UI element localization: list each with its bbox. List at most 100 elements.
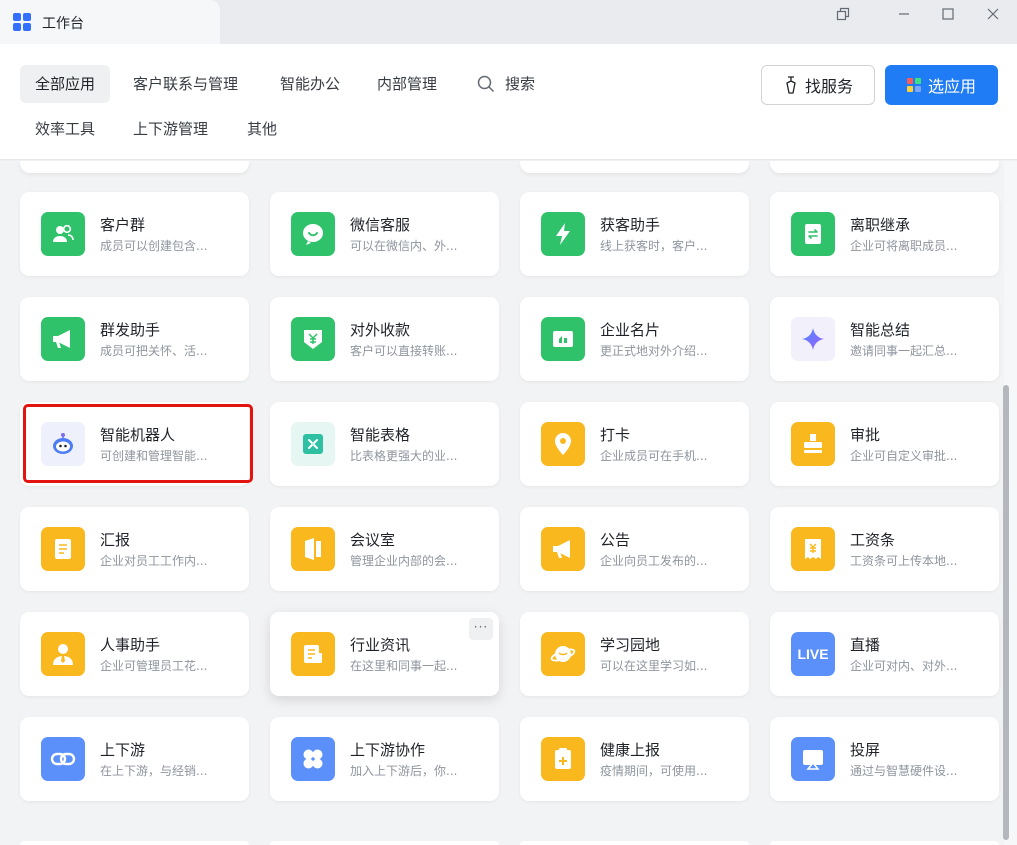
card-peek: [770, 841, 999, 845]
app-card-meeting-room[interactable]: 会议室 管理企业内部的会...: [270, 507, 499, 591]
search-icon: [477, 75, 495, 93]
wechat-service-icon: [291, 212, 335, 256]
app-desc: 客户可以直接转账...: [350, 344, 458, 358]
app-card-business-card[interactable]: 企业名片 更正式地对外介绍...: [520, 297, 749, 381]
app-card-check-in[interactable]: 打卡 企业成员可在手机...: [520, 402, 749, 486]
tab-internal-management[interactable]: 内部管理: [362, 65, 452, 103]
megaphone-icon: [41, 317, 85, 361]
window-title: 工作台: [42, 16, 84, 32]
app-desc: 成员可以创建包含...: [100, 239, 208, 253]
tab-others[interactable]: 其他: [232, 110, 292, 148]
app-card-payslip[interactable]: 工资条 工资条可上传本地...: [770, 507, 999, 591]
title-bar: 工作台: [0, 0, 1017, 44]
app-desc: 比表格更强大的业...: [350, 449, 458, 463]
app-card-lead-assistant[interactable]: 获客助手 线上获客时，客户...: [520, 192, 749, 276]
app-card-external-payment[interactable]: 对外收款 客户可以直接转账...: [270, 297, 499, 381]
restore-tab-icon[interactable]: [828, 4, 858, 24]
select-app-button[interactable]: 选应用: [885, 65, 998, 105]
search-button[interactable]: 搜索: [462, 65, 550, 103]
tab-smart-office[interactable]: 智能办公: [265, 65, 355, 103]
app-desc: 管理企业内部的会...: [350, 554, 458, 568]
tab-efficiency-tools[interactable]: 效率工具: [20, 110, 110, 148]
app-card-resignation-inherit[interactable]: 离职继承 企业可将离职成员...: [770, 192, 999, 276]
more-options-button[interactable]: ···: [469, 618, 493, 640]
app-title: 客户群: [100, 216, 146, 234]
business-card-icon: [541, 317, 585, 361]
yuan-shield-icon: [291, 317, 335, 361]
maximize-icon[interactable]: [933, 4, 963, 24]
app-card-smart-sheet[interactable]: 智能表格 比表格更强大的业...: [270, 402, 499, 486]
app-card-hr-assistant[interactable]: 人事助手 企业可管理员工花...: [20, 612, 249, 696]
card-peek: [520, 841, 749, 845]
app-card-approval[interactable]: 审批 企业可自定义审批...: [770, 402, 999, 486]
app-title: 会议室: [350, 531, 396, 549]
app-title: 群发助手: [100, 321, 161, 339]
app-desc: 线上获客时，客户...: [600, 239, 708, 253]
health-clipboard-icon: [541, 737, 585, 781]
close-icon[interactable]: [978, 4, 1008, 24]
app-card-industry-news[interactable]: 行业资讯 在这里和同事一起... ···: [270, 612, 499, 696]
location-pin-icon: [541, 422, 585, 466]
lightning-icon: [541, 212, 585, 256]
app-desc: 在上下游，与经销...: [100, 764, 208, 778]
app-title: 微信客服: [350, 216, 411, 234]
tab-all-apps[interactable]: 全部应用: [20, 65, 111, 103]
app-desc: 在这里和同事一起...: [350, 659, 458, 673]
app-card-supply-chain[interactable]: 上下游 在上下游，与经销...: [20, 717, 249, 801]
search-label: 搜索: [505, 75, 536, 93]
select-app-label: 选应用: [927, 77, 976, 96]
app-desc: 企业向员工发布的...: [600, 554, 708, 568]
app-card-customer-group[interactable]: 客户群 成员可以创建包含...: [20, 192, 249, 276]
app-desc: 企业可对内、对外...: [850, 659, 958, 673]
find-service-button[interactable]: 找服务: [761, 65, 875, 105]
transfer-doc-icon: [791, 212, 835, 256]
app-card-smart-summary[interactable]: 智能总结 邀请同事一起汇总...: [770, 297, 999, 381]
app-title: 健康上报: [600, 741, 661, 759]
app-title: 人事助手: [100, 636, 161, 654]
app-title: 打卡: [600, 426, 631, 444]
scrollbar-thumb[interactable]: [1003, 385, 1009, 840]
app-card-live[interactable]: LIVE 直播 企业可对内、对外...: [770, 612, 999, 696]
bullhorn-icon: [541, 527, 585, 571]
link-chain-icon: [41, 737, 85, 781]
app-card-supply-chain-collab[interactable]: 上下游协作 加入上下游后，你...: [270, 717, 499, 801]
sparkle-icon: [791, 317, 835, 361]
app-desc: 更正式地对外介绍...: [600, 344, 708, 358]
app-title: 公告: [600, 531, 631, 549]
minimize-icon[interactable]: [889, 4, 919, 24]
app-title: 直播: [850, 636, 881, 654]
app-card-wechat-service[interactable]: 微信客服 可以在微信内、外...: [270, 192, 499, 276]
card-partial: [20, 161, 249, 173]
planet-icon: [541, 632, 585, 676]
tab-supply-chain[interactable]: 上下游管理: [118, 110, 223, 148]
app-desc: 企业可管理员工花...: [100, 659, 208, 673]
app-card-announcement[interactable]: 公告 企业向员工发布的...: [520, 507, 749, 591]
app-title: 工资条: [850, 531, 896, 549]
app-card-report[interactable]: 汇报 企业对员工工作内...: [20, 507, 249, 591]
app-title: 对外收款: [350, 321, 411, 339]
payslip-icon: [791, 527, 835, 571]
app-grid: 客户群 成员可以创建包含... 微信客服 可以在微信内、外... 获客助手 线上…: [0, 161, 1004, 845]
app-desc: 企业可将离职成员...: [850, 239, 958, 253]
app-title: 汇报: [100, 531, 131, 549]
app-title: 离职继承: [850, 216, 911, 234]
app-title: 智能总结: [850, 321, 911, 339]
person-tie-icon: [41, 632, 85, 676]
app-title: 上下游: [100, 741, 146, 759]
app-title: 行业资讯: [350, 636, 411, 654]
card-peek: [270, 841, 499, 845]
window-tab[interactable]: 工作台: [0, 0, 220, 44]
app-card-mass-message[interactable]: 群发助手 成员可把关怀、活...: [20, 297, 249, 381]
app-desc: 企业可自定义审批...: [850, 449, 958, 463]
app-desc: 企业对员工工作内...: [100, 554, 208, 568]
app-card-health-report[interactable]: 健康上报 疫情期间，可使用...: [520, 717, 749, 801]
app-title: 学习园地: [600, 636, 661, 654]
stamp-icon: [791, 422, 835, 466]
tab-customer-management[interactable]: 客户联系与管理: [118, 65, 253, 103]
live-icon: LIVE: [791, 632, 835, 676]
app-card-learning[interactable]: 学习园地 可以在这里学习如...: [520, 612, 749, 696]
four-petal-icon: [291, 737, 335, 781]
app-card-screen-cast[interactable]: 投屏 通过与智慧硬件设...: [770, 717, 999, 801]
service-tag-icon: [786, 76, 796, 94]
app-desc: 加入上下游后，你...: [350, 764, 458, 778]
